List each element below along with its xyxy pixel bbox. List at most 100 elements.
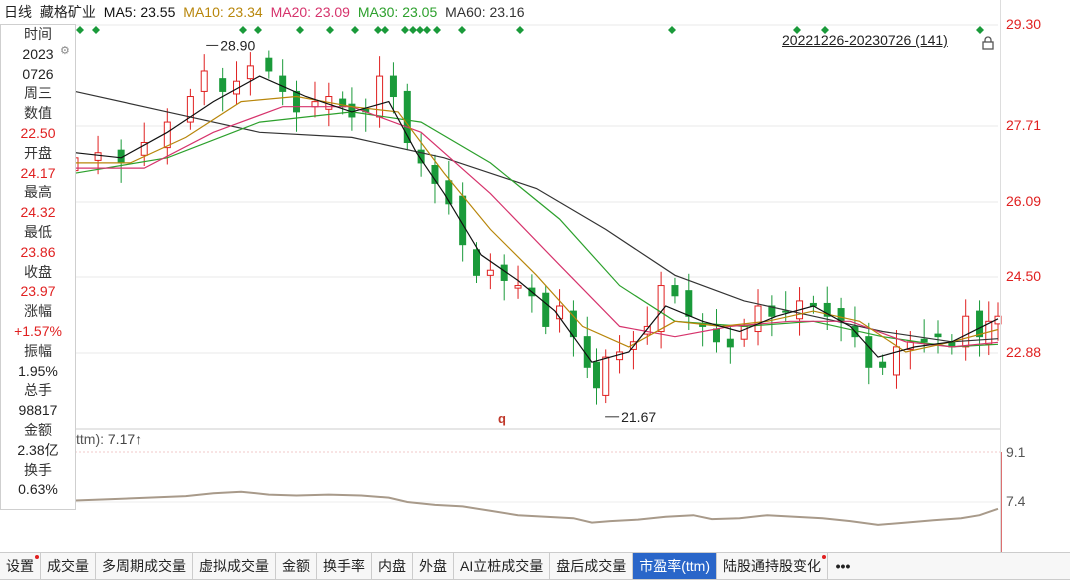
info-label: 时间 (24, 26, 52, 42)
tab-7[interactable]: 外盘 (413, 553, 454, 579)
event-diamond-icon (423, 26, 431, 34)
indicator-name: ttm): (76, 431, 104, 447)
info-panel: 时间 2023 0726 周三 数值 22.50 开盘 24.17 最高 24.32 最低 23.86… (0, 24, 76, 510)
ytick-3: 26.09 (1006, 193, 1042, 209)
candle-body (643, 325, 651, 335)
date-range-label[interactable]: 20221226-20230726 (141) (782, 32, 948, 48)
tab-5[interactable]: 换手率 (317, 553, 372, 579)
event-diamond-icon (239, 26, 247, 34)
candle-body (389, 75, 397, 98)
candle-body (219, 78, 227, 92)
tab-4[interactable]: 金额 (276, 553, 317, 579)
tab-0[interactable]: 设置 (0, 553, 41, 579)
candle-body (934, 333, 942, 338)
tab-label: 虚拟成交量 (199, 558, 269, 574)
event-diamond-icon (92, 26, 100, 34)
ma20-label: MA20: 23.09 (270, 4, 350, 20)
candle-body (837, 308, 845, 322)
candle-body (473, 249, 481, 276)
indicator-tabs: 设置 成交量 多周期成交量 虚拟成交量 金额 换手率 内盘 外盘 AI立桩成交量 盘后成交量 市盈率… (0, 552, 1070, 580)
event-diamond-icon (401, 26, 409, 34)
event-diamond-icon (381, 26, 389, 34)
info-value: 98817 (18, 402, 58, 419)
candle-body (671, 285, 679, 297)
candle-body (163, 121, 171, 149)
period-label[interactable]: 日线 (4, 4, 32, 20)
event-diamond-icon (458, 26, 466, 34)
candle-body (265, 57, 273, 72)
indicator-value: 7.17↑ (107, 431, 143, 447)
event-diamond-icon (668, 26, 676, 34)
info-value: 22.50 (20, 124, 56, 141)
notification-dot (822, 555, 826, 559)
tab-label: 成交量 (47, 558, 89, 574)
high-price-label: 28.90 (220, 37, 255, 53)
event-diamond-icon (76, 26, 84, 34)
tab-label: 内盘 (378, 558, 406, 574)
candle-body (879, 361, 887, 368)
price-chart[interactable]: 28.90 21.67 q (0, 0, 1070, 586)
ma5-label: MA5: 23.55 (103, 4, 176, 20)
more-tabs-button[interactable]: ••• (828, 553, 858, 579)
info-label: 振幅 (24, 342, 52, 359)
info-value: 2.38亿 (17, 441, 59, 458)
candle-body (712, 328, 720, 343)
gear-icon[interactable]: ⚙ (60, 44, 70, 57)
info-value: 24.17 (20, 164, 56, 181)
candle-body (279, 75, 287, 92)
pe-ytick-2: 7.4 (1006, 493, 1026, 509)
tab-label: 多周期成交量 (102, 558, 186, 574)
lock-icon[interactable] (982, 36, 994, 50)
bottom-strip (0, 579, 1070, 586)
tab-11[interactable]: 陆股通持股变化 (717, 553, 828, 579)
candle-body (920, 338, 928, 343)
event-diamond-icon (409, 26, 417, 34)
ma10-line (75, 95, 999, 353)
pe-line (74, 490, 999, 526)
event-diamond-icon (976, 26, 984, 34)
candle-body (246, 65, 254, 80)
tab-3[interactable]: 虚拟成交量 (193, 553, 276, 579)
tab-label: 市盈率(ttm) (639, 558, 710, 574)
info-label: 总手 (24, 382, 52, 399)
tab-label: 外盘 (419, 558, 447, 574)
notification-dot (35, 555, 39, 559)
ma30-line (74, 111, 999, 348)
ma60-line (74, 90, 999, 343)
chart-header: 日线 藏格矿业 MA5: 23.55 MA10: 23.34 MA20: 23.… (0, 0, 1000, 24)
tab-9[interactable]: 盘后成交量 (550, 553, 634, 579)
event-diamond-icon (433, 26, 441, 34)
tab-label: 换手率 (323, 558, 365, 574)
info-value: 23.86 (20, 243, 56, 260)
low-price-label: 21.67 (621, 409, 656, 425)
indicator-label: ttm): 7.17↑ (76, 431, 142, 447)
stock-name: 藏格矿业 (39, 4, 96, 20)
tab-label: 设置 (6, 558, 34, 574)
info-value: 0.63% (18, 481, 58, 498)
info-label: 最高 (24, 184, 52, 201)
ytick-5: 22.88 (1006, 344, 1042, 360)
info-value: 24.32 (20, 204, 56, 221)
candle-body (976, 310, 984, 338)
tab-2[interactable]: 多周期成交量 (96, 553, 193, 579)
info-value: 0726 (22, 65, 54, 82)
tab-label: 金额 (282, 558, 310, 574)
candle-body (293, 90, 301, 113)
info-label: 开盘 (24, 144, 52, 161)
candle-body (514, 285, 522, 289)
q-marker: q (498, 411, 506, 426)
candle-body (542, 292, 550, 327)
candle-body (94, 152, 102, 161)
info-label: 收盘 (24, 263, 52, 280)
candle-body (865, 336, 873, 368)
candle-body (754, 305, 762, 333)
event-diamond-icon (516, 26, 524, 34)
candle-body (200, 70, 208, 92)
tab-8[interactable]: AI立桩成交量 (454, 553, 551, 579)
tab-10[interactable]: 市盈率(ttm) (633, 553, 717, 579)
tab-6[interactable]: 内盘 (372, 553, 413, 579)
tab-1[interactable]: 成交量 (41, 553, 96, 579)
candle-body (486, 269, 494, 276)
candle-body (592, 361, 600, 389)
ma60-label: MA60: 23.16 (445, 4, 525, 20)
